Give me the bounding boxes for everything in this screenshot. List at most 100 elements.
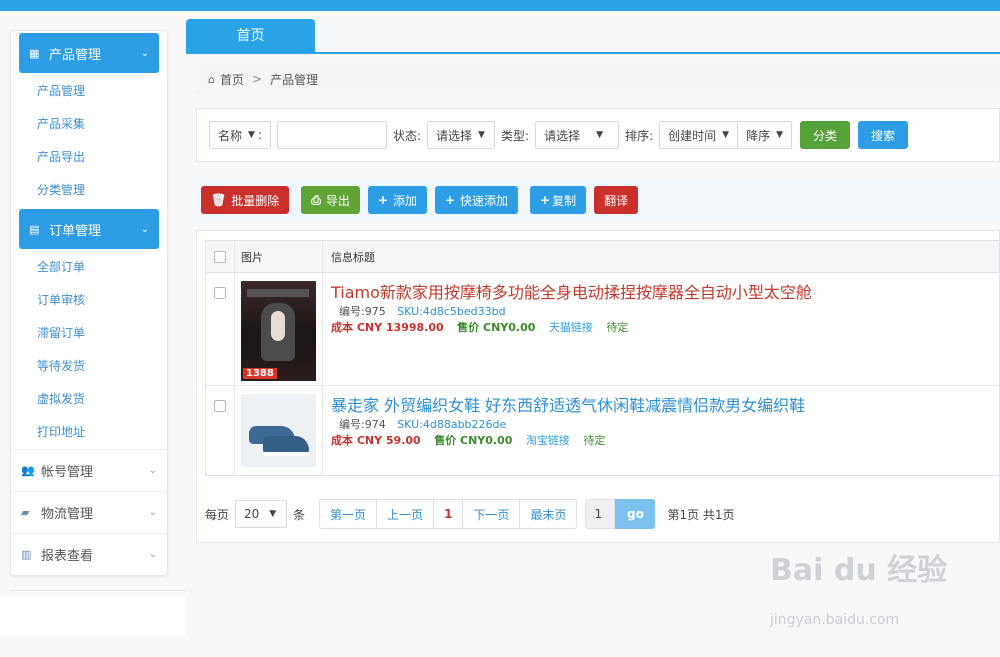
product-thumbnail[interactable]	[241, 394, 316, 467]
sidebar-group-account[interactable]: 👥 帐号管理 ⌄	[11, 449, 167, 491]
copy-button[interactable]: + 复制	[530, 186, 587, 214]
product-title[interactable]: 暴走家 外贸编织女鞋 好东西舒适透气休闲鞋减震情侣款男女编织鞋	[331, 395, 805, 417]
export-label: 导出	[325, 193, 350, 208]
bulk-delete-button[interactable]: 🗑 批量删除	[201, 186, 290, 214]
goto-page-input[interactable]: 1	[585, 499, 616, 529]
product-sku: SKU:4d88abb226de	[397, 418, 507, 431]
sort-field-value: 创建时间	[668, 128, 717, 143]
person-shape	[271, 311, 285, 341]
current-page-button[interactable]: 1	[434, 500, 464, 528]
caret-down-icon: ▼	[478, 130, 485, 140]
name-field-select[interactable]: 名称 ▼ :	[209, 121, 271, 149]
chevron-down-icon: ⌄	[148, 549, 157, 560]
sidebar-group-product[interactable]: ▦ 产品管理 ⌄	[19, 33, 159, 73]
source-link[interactable]: 天猫链接	[549, 321, 593, 334]
product-price-line: 成本 CNY 59.00 售价 CNY0.00 淘宝链接 待定	[331, 433, 605, 449]
bulk-delete-label: 批量删除	[231, 193, 280, 208]
add-button[interactable]: + 添加	[367, 186, 427, 214]
product-meta: 编号:974 SKU:4d88abb226de	[339, 417, 506, 433]
baidu-watermark-url: jingyan.baidu.com	[770, 612, 900, 628]
chevron-down-icon: ⌄	[148, 507, 157, 518]
row-checkbox[interactable]	[214, 287, 226, 299]
quick-add-button[interactable]: + 快速添加	[434, 186, 519, 214]
sidebar-item-awaiting-shipment[interactable]: 等待发货	[11, 350, 167, 383]
sell-price: 售价 CNY0.00	[434, 434, 513, 447]
action-toolbar: 🗑 批量删除 ⎙ 导出 + 添加 + 快速添加 + 复制 翻译	[196, 180, 1000, 220]
plus-icon: +	[377, 193, 388, 207]
sidebar-group-label: 订单管理	[49, 223, 102, 239]
cost-price: 成本 CNY 59.00	[331, 434, 421, 447]
caret-down-icon: ▼	[776, 130, 783, 140]
caret-down-icon: ▼	[596, 130, 604, 140]
truck-icon: ▰	[21, 506, 30, 519]
search-button[interactable]: 搜索	[858, 121, 908, 149]
sidebar-group-label: 物流管理	[41, 507, 94, 522]
sort-label: 排序:	[625, 128, 654, 143]
name-search-input[interactable]	[276, 121, 387, 149]
add-label: 添加	[392, 193, 417, 208]
category-button[interactable]: 分类	[800, 121, 850, 149]
source-link[interactable]: 淘宝链接	[526, 434, 570, 447]
sidebar-item-order-review[interactable]: 订单审核	[11, 284, 167, 317]
sidebar-item-product-export[interactable]: 产品导出	[11, 141, 167, 174]
sidebar-item-print-address[interactable]: 打印地址	[11, 416, 167, 449]
plus-icon: +	[540, 193, 551, 207]
sidebar-group-label: 帐号管理	[41, 465, 94, 480]
thumb-banner	[247, 289, 309, 297]
trash-icon: 🗑	[211, 193, 227, 207]
sidebar-footer-strip	[0, 596, 186, 636]
sidebar-group-order[interactable]: ▤ 订单管理 ⌄	[19, 209, 159, 249]
chevron-down-icon: ⌄	[140, 223, 149, 235]
sidebar-item-product-collect[interactable]: 产品采集	[11, 108, 167, 141]
next-page-button[interactable]: 下一页	[463, 500, 521, 528]
plus-icon: +	[444, 193, 456, 207]
per-page-select[interactable]: 20 ▼	[235, 500, 288, 528]
product-meta: 编号:975 SKU:4d8c5bed33bd	[339, 304, 506, 320]
export-icon: ⎙	[311, 192, 321, 207]
sidebar-item-product-manage[interactable]: 产品管理	[11, 75, 167, 108]
product-number: 编号:975	[339, 305, 386, 318]
status-select[interactable]: 请选择 ▼	[427, 121, 496, 149]
name-field-select-value: 名称	[218, 128, 243, 143]
page-buttons: 第一页 上一页 1 下一页 最末页	[319, 499, 578, 529]
status-badge: 待定	[583, 434, 606, 447]
select-all-checkbox[interactable]	[214, 250, 226, 263]
go-button[interactable]: go	[615, 499, 656, 529]
sidebar-group-logistics[interactable]: ▰ 物流管理 ⌄	[11, 491, 167, 533]
product-title[interactable]: Tiamo新款家用按摩椅多功能全身电动揉捏按摩器全自动小型太空舱	[331, 282, 812, 304]
last-page-button[interactable]: 最末页	[520, 500, 576, 528]
sidebar-group-reports[interactable]: ▥ 报表查看 ⌄	[11, 533, 167, 575]
cost-price: 成本 CNY 13998.00	[331, 321, 444, 334]
breadcrumb-home[interactable]: 首页	[220, 71, 244, 88]
sort-order-value: 降序	[746, 128, 771, 143]
sidebar-item-virtual-shipment[interactable]: 虚拟发货	[11, 383, 167, 416]
caret-down-icon: ▼	[248, 130, 255, 140]
filter-bar: 名称 ▼ : 状态: 请选择 ▼ 类型: 请选择 ▼ 排序: 创建时间 ▼ 降序…	[196, 108, 1000, 162]
sort-order-select[interactable]: 降序 ▼	[737, 121, 792, 149]
sidebar-item-stuck-orders[interactable]: 滞留订单	[11, 317, 167, 350]
sidebar-group-label: 产品管理	[49, 47, 102, 63]
row-checkbox[interactable]	[214, 400, 226, 412]
per-page-unit: 条	[293, 507, 306, 522]
product-sku: SKU:4d8c5bed33bd	[397, 305, 506, 318]
sidebar-item-all-orders[interactable]: 全部订单	[11, 251, 167, 284]
sidebar: ▦ 产品管理 ⌄ 产品管理 产品采集 产品导出 分类管理 ▤ 订单管理 ⌄ 全部…	[10, 30, 168, 576]
caret-down-icon: ▼	[269, 509, 277, 519]
product-thumbnail[interactable]: 1388	[241, 281, 316, 381]
chevron-down-icon: ⌄	[148, 465, 157, 476]
product-price-line: 成本 CNY 13998.00 售价 CNY0.00 天猫链接 待定	[331, 320, 628, 336]
translate-button[interactable]: 翻译	[594, 186, 639, 214]
export-button[interactable]: ⎙ 导出	[301, 186, 360, 214]
status-select-value: 请选择	[436, 128, 473, 143]
tab-home[interactable]: 首页	[186, 19, 315, 54]
per-page-value: 20	[244, 507, 260, 521]
type-select[interactable]: 请选择 ▼	[535, 121, 620, 149]
sort-field-select[interactable]: 创建时间 ▼	[659, 121, 738, 149]
first-page-button[interactable]: 第一页	[320, 500, 378, 528]
status-badge: 待定	[606, 321, 629, 334]
per-page-label: 每页	[205, 507, 230, 522]
prev-page-button[interactable]: 上一页	[377, 500, 435, 528]
sidebar-item-category-manage[interactable]: 分类管理	[11, 174, 167, 207]
shoe-sole	[263, 452, 309, 456]
chevron-down-icon: ⌄	[140, 47, 149, 59]
